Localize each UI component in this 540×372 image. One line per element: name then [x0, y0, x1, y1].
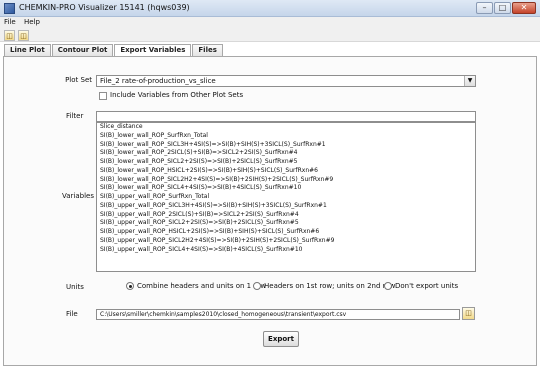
list-item[interactable]: SI(B)_upper_wall_ROP_SICL3H+4SI(S)=>SI(B… [97, 202, 475, 211]
filter-input[interactable] [96, 111, 476, 122]
list-item[interactable]: SI(B)_lower_wall_ROP_SICL4+4SI(S)=>SI(B)… [97, 184, 475, 193]
toolbar: ◫ ◫ [0, 29, 540, 42]
list-item[interactable]: SI(B)_lower_wall_ROP_SICL2+2SI(S)=>SI(B)… [97, 158, 475, 167]
file-label: File [66, 310, 78, 318]
window-title: CHEMKIN-PRO Visualizer 15141 (hqws039) [19, 3, 190, 12]
list-item[interactable]: SI(B)_lower_wall_ROP_SICL3H+4SI(S)=>SI(B… [97, 141, 475, 150]
close-button[interactable]: ✕ [512, 2, 536, 14]
units-combine-label: Combine headers and units on 1 row [137, 282, 267, 290]
list-item[interactable]: SI(B)_upper_wall_ROP_SICL2H2+4SI(S)=>SI(… [97, 237, 475, 246]
units-separate-label: Headers on 1st row; units on 2nd row [264, 282, 396, 290]
radio-icon [253, 282, 261, 290]
list-item[interactable]: SI(B)_upper_wall_ROP_SurfRxn_Total [97, 193, 475, 202]
radio-selected-icon [126, 282, 134, 290]
variables-list[interactable]: Slice_distance SI(B)_lower_wall_ROP_Surf… [96, 122, 476, 272]
radio-icon [384, 282, 392, 290]
filter-label: Filter [66, 112, 84, 120]
list-item[interactable]: SI(B)_upper_wall_ROP_SICL4+4SI(S)=>SI(B)… [97, 246, 475, 255]
list-item[interactable]: SI(B)_lower_wall_ROP_SICL2H2+4SI(S)=>SI(… [97, 176, 475, 185]
plot-set-label: Plot Set [65, 76, 92, 84]
units-separate-radio[interactable]: Headers on 1st row; units on 2nd row [253, 282, 395, 290]
app-icon [4, 3, 15, 14]
save-folder-icon[interactable]: ◫ [18, 30, 29, 41]
units-none-radio[interactable]: Don't export units [384, 282, 458, 290]
browse-folder-icon[interactable]: ◫ [462, 307, 475, 320]
units-combine-radio[interactable]: Combine headers and units on 1 row [126, 282, 266, 290]
list-item[interactable]: SI(B)_lower_wall_ROP_SurfRxn_Total [97, 132, 475, 141]
include-other-checkbox[interactable] [99, 92, 107, 100]
file-path-input[interactable]: C:\Users\smiller\chemkin\samples2010\clo… [96, 309, 460, 320]
list-item[interactable]: SI(B)_lower_wall_ROP_2SICL(S)+SI(B)=>SIC… [97, 149, 475, 158]
export-button[interactable]: Export [263, 331, 299, 347]
units-label: Units [66, 283, 84, 291]
tab-contour-plot[interactable]: Contour Plot [51, 44, 114, 56]
title-bar: CHEMKIN-PRO Visualizer 15141 (hqws039) –… [0, 0, 540, 17]
menu-bar: File Help [0, 17, 540, 29]
tab-bar: Line Plot Contour Plot Export Variables … [4, 44, 224, 57]
list-item[interactable]: SI(B)_upper_wall_ROP_SICL2+2SI(S)=>SI(B)… [97, 219, 475, 228]
variables-label: Variables [62, 192, 94, 200]
list-item[interactable]: Slice_distance [97, 123, 475, 132]
list-item[interactable]: SI(B)_upper_wall_ROP_HSICL+2SI(S)=>SI(B)… [97, 228, 475, 237]
plot-set-dropdown[interactable]: File_2 rate-of-production_vs_slice ▼ [96, 75, 476, 87]
list-item[interactable]: SI(B)_lower_wall_ROP_HSICL+2SI(S)=>SI(B)… [97, 167, 475, 176]
maximize-button[interactable]: □ [494, 2, 511, 14]
list-item[interactable]: SI(B)_upper_wall_ROP_2SICL(S)+SI(B)=>SIC… [97, 211, 475, 220]
window-controls: – □ ✕ [476, 2, 536, 14]
include-other-label: Include Variables from Other Plot Sets [110, 91, 244, 99]
tab-line-plot[interactable]: Line Plot [4, 44, 51, 56]
menu-file[interactable]: File [4, 18, 16, 26]
menu-help[interactable]: Help [24, 18, 40, 26]
tab-files[interactable]: Files [192, 44, 223, 56]
plot-set-value: File_2 rate-of-production_vs_slice [100, 77, 216, 85]
units-none-label: Don't export units [395, 282, 459, 290]
open-folder-icon[interactable]: ◫ [4, 30, 15, 41]
chevron-down-icon[interactable]: ▼ [464, 76, 475, 86]
minimize-button[interactable]: – [476, 2, 493, 14]
